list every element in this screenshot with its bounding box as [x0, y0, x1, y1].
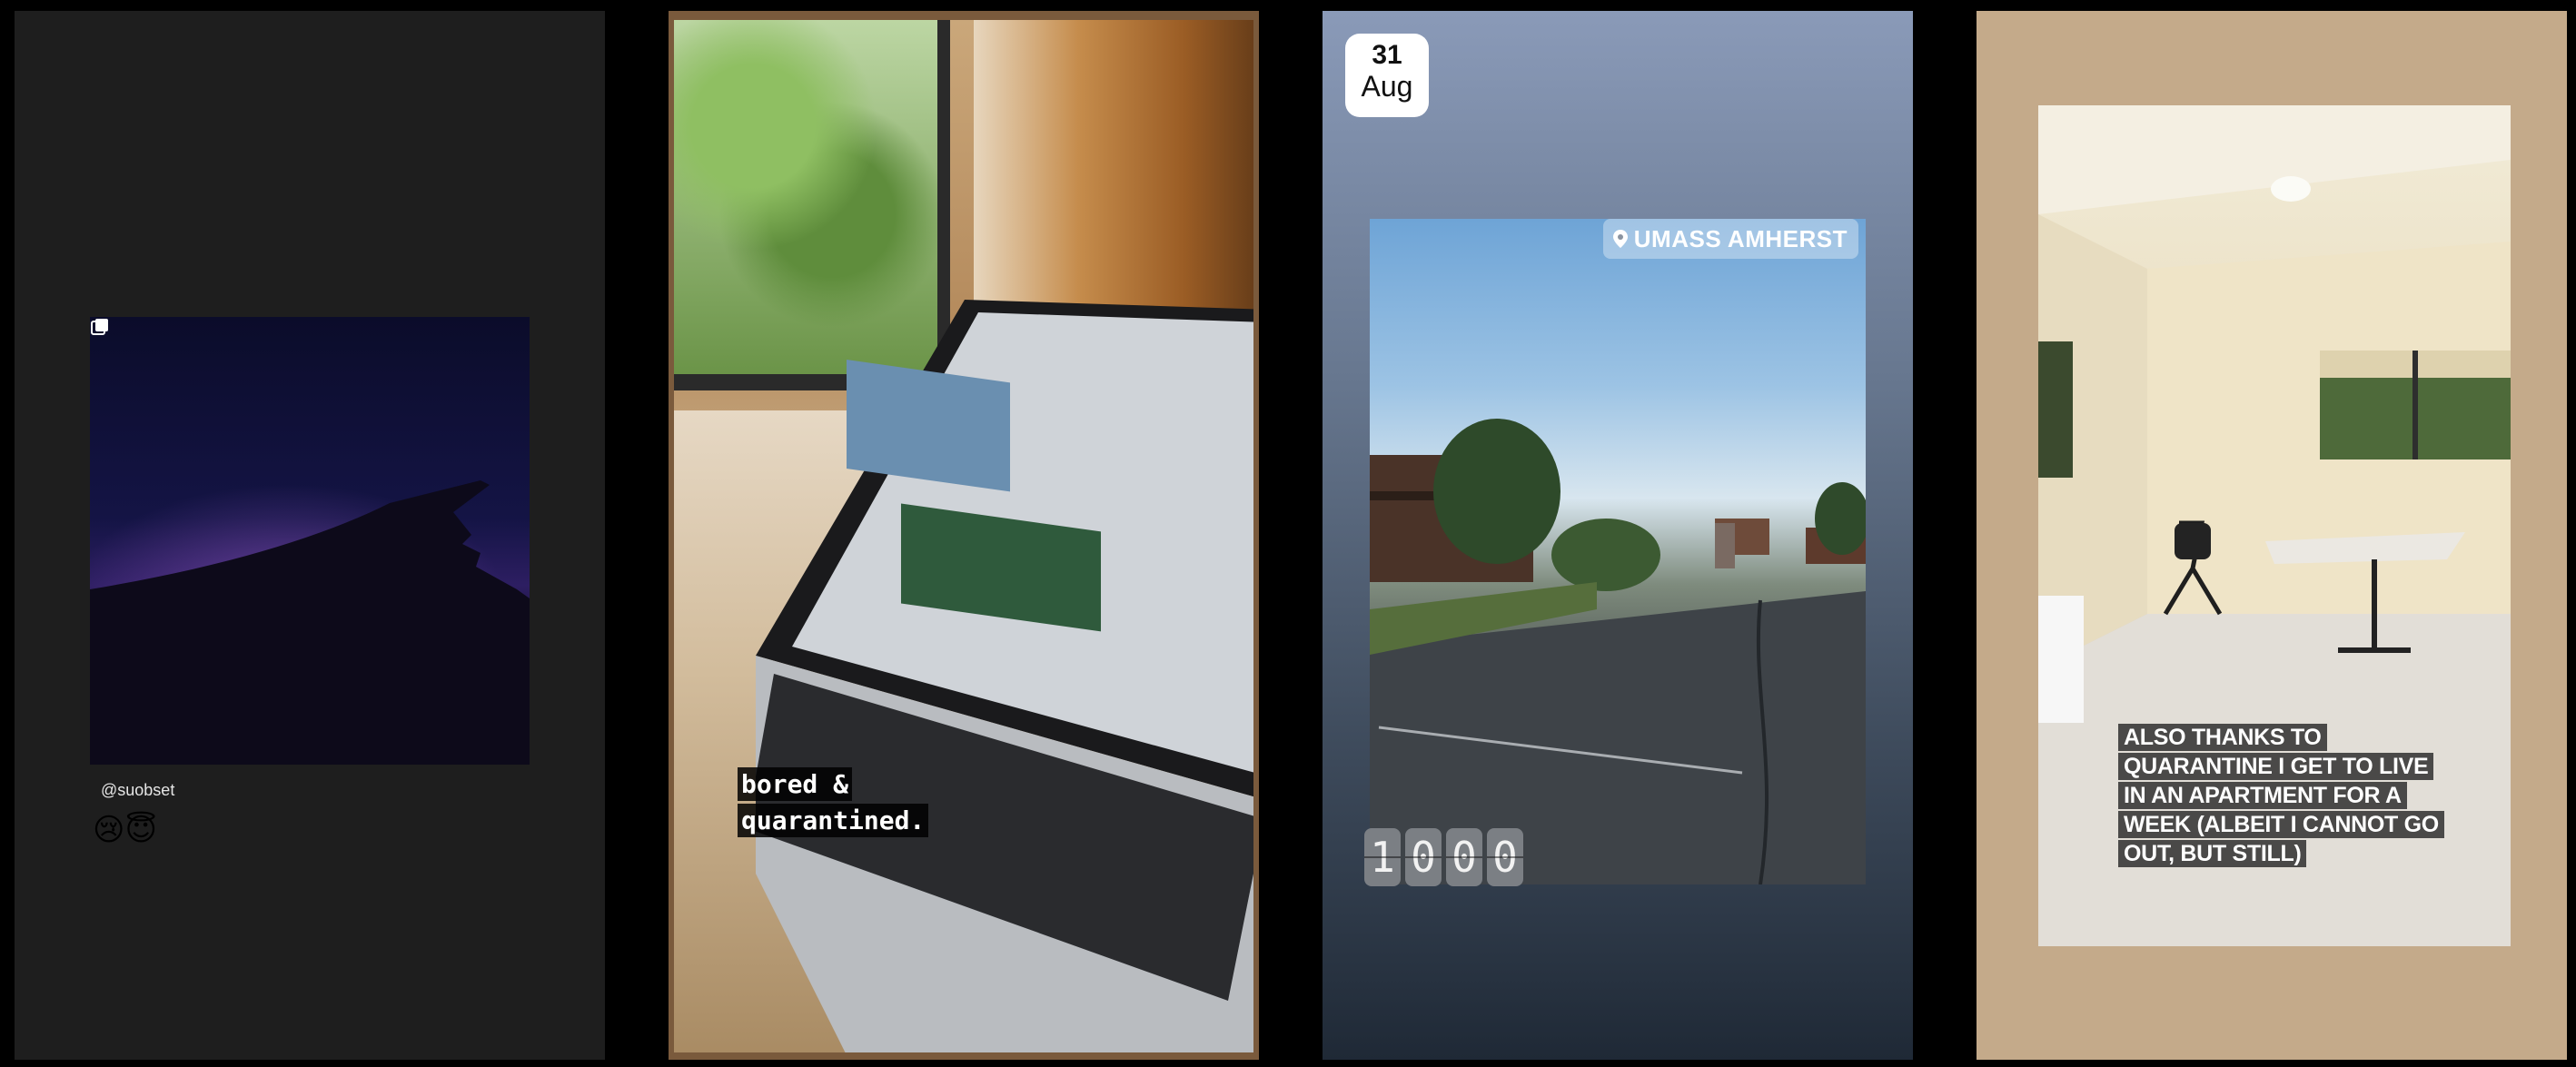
- post-author-handle[interactable]: @suobset: [101, 781, 174, 800]
- story-photo-apartment: ALSO THANKS TO QUARANTINE I GET TO LIVE …: [2038, 105, 2511, 946]
- story-card-1[interactable]: @suobset 😢😇: [15, 11, 605, 1060]
- time-sticker: 1 0 0 0: [1364, 828, 1523, 886]
- clock-digit: 1: [1364, 828, 1401, 886]
- multiple-photos-icon: [91, 319, 108, 335]
- clock-digit: 0: [1487, 828, 1523, 886]
- story-card-3[interactable]: 31 Aug UMASS AMHERST 1 0 0 0: [1323, 11, 1913, 1060]
- story-photo-campus: UMASS AMHERST: [1370, 219, 1866, 884]
- airplane-wing-silhouette: [90, 480, 530, 765]
- story-card-2[interactable]: bored & quarantined.: [669, 11, 1259, 1060]
- date-sticker: 31 Aug: [1345, 34, 1429, 117]
- wooden-wall: [974, 20, 1253, 329]
- story-grid: @suobset 😢😇 bored & quarantined. 31 Aug …: [0, 0, 2576, 1067]
- emoji-stickers: 😢😇: [93, 812, 157, 848]
- clock-digit: 0: [1405, 828, 1442, 886]
- story-card-4[interactable]: ALSO THANKS TO QUARANTINE I GET TO LIVE …: [1977, 11, 2567, 1060]
- laptop-illustration: [756, 300, 1253, 1052]
- caption-line-1: bored &: [738, 767, 853, 801]
- location-pin-icon: [1612, 230, 1628, 248]
- story-caption: ALSO THANKS TO QUARANTINE I GET TO LIVE …: [2118, 723, 2445, 868]
- date-day: 31: [1372, 40, 1402, 70]
- date-month: Aug: [1361, 70, 1413, 103]
- story-photo-laptop: bored & quarantined.: [674, 20, 1253, 1052]
- campus-scene: [1370, 419, 1866, 884]
- location-sticker[interactable]: UMASS AMHERST: [1602, 219, 1858, 259]
- clock-digit: 0: [1446, 828, 1482, 886]
- shared-post-image[interactable]: [90, 317, 530, 765]
- location-label: UMASS AMHERST: [1633, 225, 1848, 252]
- caption-line-2: quarantined.: [738, 804, 929, 837]
- story-caption: bored & quarantined.: [738, 766, 929, 839]
- caption-text: ALSO THANKS TO QUARANTINE I GET TO LIVE …: [2118, 724, 2444, 867]
